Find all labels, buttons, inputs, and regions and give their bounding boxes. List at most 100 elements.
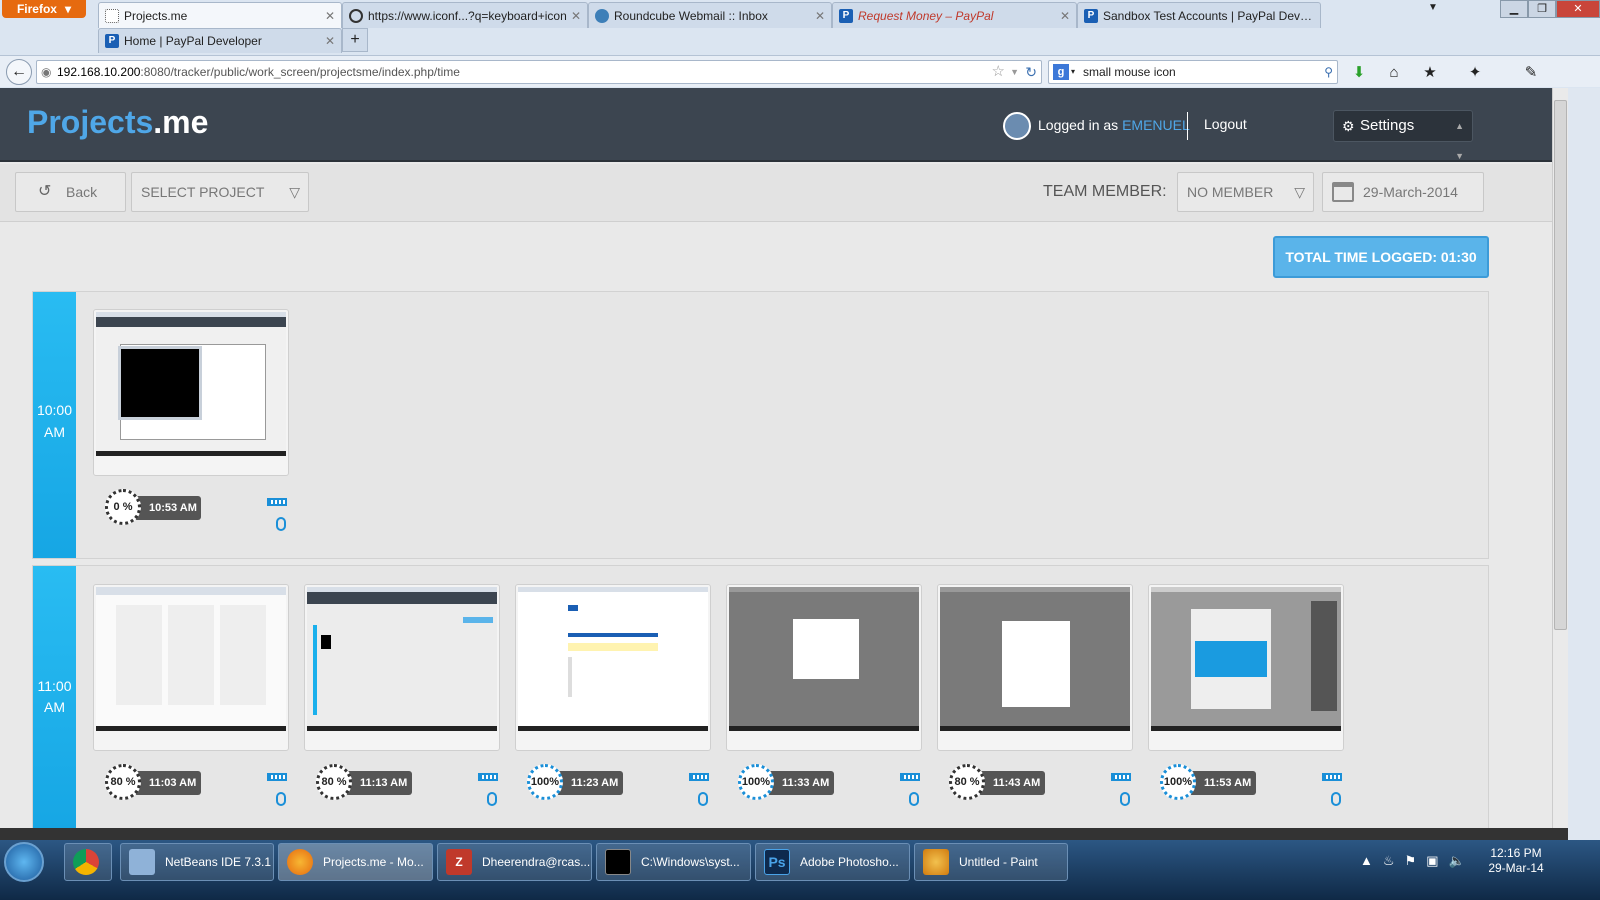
tools-icon[interactable]: ✎ [1522, 64, 1540, 82]
time-label: 11:13 AM [344, 771, 412, 795]
taskbar-paint[interactable]: Untitled - Paint [914, 843, 1068, 881]
browser-chrome: Firefox ▾ Projects.me ✕ https://www.iconf… [0, 0, 1600, 88]
time-label: 11:03 AM [133, 771, 201, 795]
screenshot-thumbnail[interactable] [1148, 584, 1344, 751]
tab-projects-me[interactable]: Projects.me ✕ [98, 2, 342, 28]
tab-paypal-developer[interactable]: P Home | PayPal Developer ✕ [98, 28, 342, 53]
activity-percent: 100% [1160, 764, 1196, 800]
taskbar-cmd[interactable]: C:\Windows\syst... [596, 843, 751, 881]
logout-link[interactable]: Logout [1204, 116, 1247, 132]
username-link[interactable]: EMENUEL [1122, 117, 1190, 133]
close-window-icon[interactable]: ✕ [1556, 0, 1600, 18]
chevron-down-icon: ▽ [1294, 184, 1305, 200]
windows-taskbar: NetBeans IDE 7.3.1 Projects.me - Mo... Z… [0, 840, 1600, 900]
screenshot-thumbnail[interactable] [726, 584, 922, 751]
filezilla-icon: Z [446, 849, 472, 875]
screenshot-thumbnail[interactable] [937, 584, 1133, 751]
taskbar-netbeans[interactable]: NetBeans IDE 7.3.1 [120, 843, 274, 881]
gear-icon: ⚙ [1342, 118, 1355, 134]
keyboard-icon [900, 773, 920, 781]
taskbar-filezilla[interactable]: Z Dheerendra@rcas... [437, 843, 592, 881]
date-picker[interactable]: 29-March-2014 [1322, 172, 1484, 212]
calendar-icon [1332, 182, 1354, 202]
member-dropdown[interactable]: NO MEMBER ▽ [1177, 172, 1314, 212]
back-button[interactable]: ↺ Back [15, 172, 126, 212]
tab-list-icon[interactable]: ▼ [1428, 2, 1438, 13]
taskbar-photoshop[interactable]: Ps Adobe Photosho... [755, 843, 910, 881]
keyboard-icon [1111, 773, 1131, 781]
screenshot-thumbnail[interactable] [93, 584, 289, 751]
screenshot-thumbnail[interactable] [304, 584, 500, 751]
navigation-bar: ← ◉ 192.168.10.200:8080/tracker/public/w… [0, 55, 1600, 87]
netbeans-icon [129, 849, 155, 875]
chrome-icon [73, 849, 99, 875]
logged-in-label: Logged in as EMENUEL [1038, 117, 1190, 133]
screenshot-thumbnail[interactable] [515, 584, 711, 751]
settings-dropdown[interactable]: ⚙ Settings ▲ ▼ [1333, 110, 1473, 161]
mouse-icon [909, 792, 919, 806]
tab-request-money[interactable]: P Request Money – PayPal ✕ [832, 2, 1077, 28]
hour-label: 11:00 AM [33, 566, 76, 830]
close-tab-icon[interactable]: ✕ [815, 9, 825, 23]
engine-dropdown-icon[interactable]: ▾ [1071, 61, 1075, 83]
volume-icon[interactable]: 🔈 [1448, 853, 1464, 869]
new-tab-button[interactable]: + [342, 28, 368, 52]
paypal-icon: P [1084, 8, 1098, 23]
activity-percent: 100% [738, 764, 774, 800]
addon-icon[interactable]: ✦ [1466, 64, 1484, 82]
time-label: 10:53 AM [133, 496, 201, 520]
minimize-icon[interactable]: ▁ [1500, 0, 1528, 18]
scrollbar-thumb[interactable] [1554, 100, 1567, 630]
show-hidden-icons[interactable]: ▲ [1360, 853, 1373, 869]
flame-icon[interactable]: ♨ [1383, 853, 1395, 869]
dropdown-arrow-icon: ▾ [64, 2, 72, 16]
undo-icon: ↺ [38, 183, 52, 200]
blank-page-icon [105, 8, 119, 23]
cmd-icon [605, 849, 631, 875]
logo[interactable]: Projects.me [27, 104, 208, 141]
close-tab-icon[interactable]: ✕ [1060, 9, 1070, 23]
firefox-menu-button[interactable]: Firefox ▾ [2, 0, 86, 18]
header-divider [1187, 112, 1188, 140]
keyboard-icon [689, 773, 709, 781]
taskbar-clock[interactable]: 12:16 PM 29-Mar-14 [1478, 846, 1554, 876]
close-tab-icon[interactable]: ✕ [571, 9, 581, 23]
url-bar[interactable]: ◉ 192.168.10.200:8080/tracker/public/wor… [36, 60, 1042, 84]
tab-iconfinder[interactable]: https://www.iconf...?q=keyboard+icon ✕ [342, 2, 588, 28]
time-label: 11:43 AM [977, 771, 1045, 795]
vertical-scrollbar[interactable] [1552, 88, 1568, 830]
home-icon[interactable]: ⌂ [1385, 64, 1403, 82]
start-button[interactable] [4, 842, 44, 882]
download-icon[interactable]: ⬇ [1350, 64, 1368, 82]
eye-icon [349, 8, 363, 23]
flag-icon[interactable]: ⚑ [1405, 853, 1417, 869]
reload-icon[interactable]: ↻ [1025, 61, 1037, 83]
bookmarks-menu-icon[interactable]: ★ [1421, 64, 1439, 82]
google-icon: g [1053, 64, 1069, 80]
time-label: 11:23 AM [555, 771, 623, 795]
activity-percent: 80 % [316, 764, 352, 800]
system-tray: ▲ ♨ ⚑ ▣ 🔈 [1360, 853, 1465, 869]
maximize-icon[interactable]: ❐ [1528, 0, 1556, 18]
browser-back-button[interactable]: ← [6, 59, 32, 85]
time-label: 11:33 AM [766, 771, 834, 795]
close-tab-icon[interactable]: ✕ [325, 34, 335, 48]
taskbar-chrome[interactable] [64, 843, 112, 881]
tab-roundcube[interactable]: Roundcube Webmail :: Inbox ✕ [588, 2, 832, 28]
avatar [1003, 112, 1031, 140]
network-icon[interactable]: ▣ [1426, 853, 1438, 869]
tab-sandbox-accounts[interactable]: P Sandbox Test Accounts | PayPal Deve... [1077, 2, 1321, 28]
select-project-dropdown[interactable]: SELECT PROJECT ▽ [131, 172, 309, 212]
chevron-down-icon: ▽ [289, 184, 300, 200]
app-header: Projects.me Logged in as EMENUEL Logout … [0, 88, 1552, 162]
screenshot-thumbnail[interactable] [93, 309, 289, 476]
history-dropdown-icon[interactable]: ▼ [1010, 61, 1019, 83]
paypal-icon: P [105, 34, 119, 48]
search-bar[interactable]: g ▾ small mouse icon ⚲ [1048, 60, 1338, 84]
team-member-label: TEAM MEMBER: [1043, 183, 1167, 200]
close-tab-icon[interactable]: ✕ [325, 9, 335, 23]
taskbar-firefox[interactable]: Projects.me - Mo... [278, 843, 433, 881]
search-icon[interactable]: ⚲ [1324, 61, 1333, 83]
bookmark-star-icon[interactable]: ☆ [992, 61, 1005, 83]
activity-percent: 80 % [949, 764, 985, 800]
